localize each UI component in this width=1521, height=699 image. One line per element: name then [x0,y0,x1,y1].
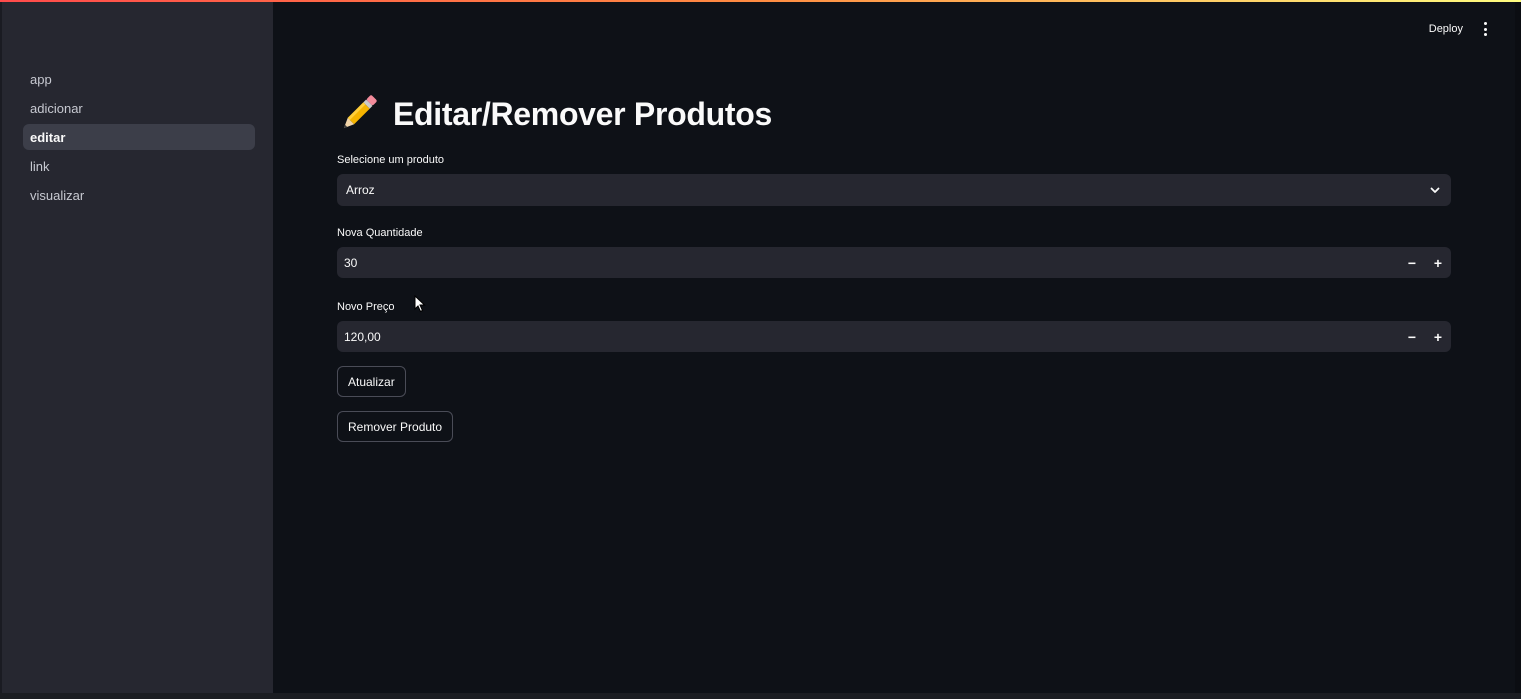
quantity-label: Nova Quantidade [337,227,423,239]
quantity-input: 30 − + [337,247,1451,278]
mouse-cursor-icon [414,295,426,313]
page-title-row: Editar/Remover Produtos [337,92,1451,136]
right-edge [1515,0,1521,693]
page-title: Editar/Remover Produtos [393,95,772,132]
sidebar-item-editar[interactable]: editar [23,124,255,150]
quantity-stepper: − + [1399,247,1451,278]
price-decrement-button[interactable]: − [1399,321,1425,352]
header-actions: Deploy [1429,18,1493,40]
price-increment-button[interactable]: + [1425,321,1451,352]
price-input: 120,00 − + [337,321,1451,352]
bottom-edge [0,693,1521,699]
remove-product-button[interactable]: Remover Produto [337,411,454,442]
price-field[interactable]: 120,00 [337,330,1399,344]
pencil-icon [343,95,377,129]
product-select-value: Arroz [346,183,375,197]
main-content: Editar/Remover Produtos Selecione um pro… [337,92,1451,456]
price-stepper: − + [1399,321,1451,352]
quantity-field[interactable]: 30 [337,256,1399,270]
sidebar-item-adicionar[interactable]: adicionar [23,95,255,121]
sidebar-item-link[interactable]: link [23,153,255,179]
quantity-increment-button[interactable]: + [1425,247,1451,278]
price-label: Novo Preço [337,301,395,313]
sidebar: app adicionar editar link visualizar [0,0,273,693]
product-select-label: Selecione um produto [337,154,445,166]
top-decoration-bar [0,0,1521,2]
product-select[interactable]: Arroz [337,174,1451,206]
chevron-down-icon [1430,187,1440,193]
update-button[interactable]: Atualizar [337,366,406,397]
sidebar-item-visualizar[interactable]: visualizar [23,182,255,208]
quantity-decrement-button[interactable]: − [1399,247,1425,278]
sidebar-item-app[interactable]: app [23,66,255,92]
kebab-menu-icon[interactable] [1477,18,1493,40]
sidebar-nav: app adicionar editar link visualizar [23,66,255,211]
deploy-button[interactable]: Deploy [1429,23,1463,35]
